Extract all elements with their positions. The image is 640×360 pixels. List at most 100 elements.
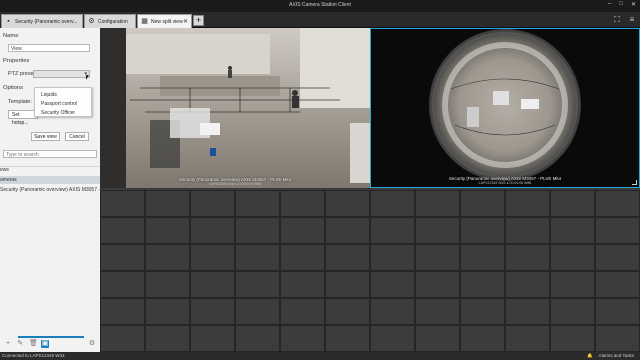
- empty-view-cell[interactable]: [280, 217, 325, 244]
- empty-view-cell[interactable]: [415, 217, 460, 244]
- empty-view-cell[interactable]: [505, 217, 550, 244]
- empty-view-cell[interactable]: [370, 244, 415, 271]
- empty-view-cell[interactable]: [550, 244, 595, 271]
- empty-view-cell[interactable]: [325, 325, 370, 352]
- empty-view-cell[interactable]: [325, 190, 370, 217]
- empty-view-cell[interactable]: [370, 325, 415, 352]
- empty-view-cell[interactable]: [325, 244, 370, 271]
- settings-icon[interactable]: ⚙: [88, 340, 96, 348]
- empty-view-cell[interactable]: [415, 244, 460, 271]
- video-view-fisheye[interactable]: Security (Panoramic overview) AXIS M3057…: [370, 28, 640, 188]
- empty-view-cell[interactable]: [415, 325, 460, 352]
- empty-view-cell[interactable]: [235, 298, 280, 325]
- empty-view-cell[interactable]: [505, 190, 550, 217]
- empty-view-cell[interactable]: [190, 298, 235, 325]
- empty-view-cell[interactable]: [325, 271, 370, 298]
- close-icon[interactable]: ✕: [631, 1, 636, 8]
- empty-view-cell[interactable]: [190, 271, 235, 298]
- empty-view-cell[interactable]: [190, 190, 235, 217]
- empty-view-cell[interactable]: [190, 325, 235, 352]
- empty-view-cell[interactable]: [100, 271, 145, 298]
- empty-view-cell[interactable]: [235, 244, 280, 271]
- fullscreen-icon[interactable]: ⛶: [612, 15, 622, 25]
- empty-view-cell[interactable]: [145, 298, 190, 325]
- empty-view-cell[interactable]: [415, 271, 460, 298]
- empty-view-cell[interactable]: [370, 190, 415, 217]
- empty-view-cell[interactable]: [550, 190, 595, 217]
- empty-view-cell[interactable]: [595, 298, 640, 325]
- empty-view-cell[interactable]: [550, 325, 595, 352]
- empty-view-cell[interactable]: [550, 298, 595, 325]
- maximize-icon[interactable]: □: [619, 1, 623, 8]
- empty-view-cell[interactable]: [460, 271, 505, 298]
- empty-view-cell[interactable]: [505, 271, 550, 298]
- empty-view-cell[interactable]: [145, 244, 190, 271]
- empty-view-cell[interactable]: [460, 244, 505, 271]
- empty-view-cell[interactable]: [415, 298, 460, 325]
- empty-view-cell[interactable]: [100, 190, 145, 217]
- empty-view-cell[interactable]: [145, 271, 190, 298]
- close-tab-icon[interactable]: ✕: [183, 18, 188, 25]
- resize-handle[interactable]: [632, 180, 637, 185]
- empty-view-cell[interactable]: [325, 298, 370, 325]
- empty-view-cell[interactable]: [100, 298, 145, 325]
- empty-view-cell[interactable]: [460, 190, 505, 217]
- edit-icon[interactable]: ✎: [16, 340, 24, 348]
- search-input[interactable]: Type to search: [3, 150, 97, 158]
- alarms-link[interactable]: Alarms and Tasks: [599, 352, 634, 360]
- empty-view-cell[interactable]: [370, 298, 415, 325]
- empty-view-cell[interactable]: [280, 190, 325, 217]
- empty-view-cell[interactable]: [235, 271, 280, 298]
- bell-icon[interactable]: 🔔: [587, 352, 593, 360]
- empty-view-cell[interactable]: [280, 325, 325, 352]
- empty-view-cell[interactable]: [460, 298, 505, 325]
- tab-security[interactable]: ▪ Security (Panoramic overv...: [1, 14, 83, 28]
- empty-view-cell[interactable]: [100, 244, 145, 271]
- empty-view-cell[interactable]: [145, 190, 190, 217]
- new-tab-button[interactable]: +: [193, 15, 204, 26]
- empty-view-cell[interactable]: [235, 190, 280, 217]
- delete-icon[interactable]: 🗑: [29, 340, 38, 348]
- empty-view-cell[interactable]: [100, 217, 145, 244]
- empty-view-cell[interactable]: [550, 217, 595, 244]
- empty-view-cell[interactable]: [460, 217, 505, 244]
- tab-configuration[interactable]: ⚙ Configuration: [84, 14, 136, 28]
- list-item-cameras[interactable]: ameras: [0, 176, 100, 184]
- empty-view-cell[interactable]: [505, 325, 550, 352]
- empty-view-cell[interactable]: [415, 190, 460, 217]
- save-view-button[interactable]: Save view: [31, 132, 60, 141]
- empty-view-cell[interactable]: [595, 217, 640, 244]
- empty-view-cell[interactable]: [235, 217, 280, 244]
- empty-view-cell[interactable]: [100, 325, 145, 352]
- add-icon[interactable]: +: [4, 340, 12, 348]
- empty-view-cell[interactable]: [370, 217, 415, 244]
- empty-view-cell[interactable]: [190, 217, 235, 244]
- ptz-preset-select[interactable]: ▾: [33, 70, 90, 78]
- empty-view-cell[interactable]: [280, 298, 325, 325]
- empty-view-cell[interactable]: [505, 298, 550, 325]
- ptz-option-passport-control[interactable]: Passport control: [41, 101, 77, 107]
- view-name-input[interactable]: View: [8, 44, 90, 52]
- empty-view-cell[interactable]: [595, 325, 640, 352]
- empty-view-cell[interactable]: [595, 244, 640, 271]
- empty-view-cell[interactable]: [595, 271, 640, 298]
- empty-view-cell[interactable]: [550, 271, 595, 298]
- video-view-panoramic[interactable]: Security (Panoramic overview) AXIS M3057…: [100, 28, 370, 188]
- list-item-views[interactable]: ews: [0, 166, 100, 174]
- ptz-option-security-officer[interactable]: Security Officer: [41, 110, 75, 116]
- minimize-icon[interactable]: –: [608, 1, 611, 8]
- empty-view-cell[interactable]: [595, 190, 640, 217]
- list-item-camera[interactable]: Security (Panoramic overview) AXIS M3057…: [0, 186, 100, 194]
- ptz-option-liquids[interactable]: Liquids: [41, 92, 57, 98]
- empty-view-cell[interactable]: [190, 244, 235, 271]
- empty-view-cell[interactable]: [370, 271, 415, 298]
- empty-view-cell[interactable]: [460, 325, 505, 352]
- lock-icon[interactable]: ▣: [41, 340, 49, 348]
- empty-view-cell[interactable]: [505, 244, 550, 271]
- tab-new-split-view[interactable]: ▦ New split view ✕: [137, 14, 192, 28]
- empty-view-cell[interactable]: [145, 325, 190, 352]
- cancel-button[interactable]: Cancel: [65, 132, 89, 141]
- empty-view-cell[interactable]: [235, 325, 280, 352]
- menu-icon[interactable]: ≡: [627, 15, 637, 25]
- empty-view-cell[interactable]: [280, 271, 325, 298]
